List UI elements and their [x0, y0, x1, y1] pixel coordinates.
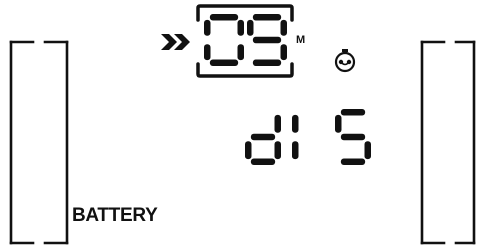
left-battery-bar	[9, 40, 69, 245]
battery-label: BATTERY	[72, 205, 158, 226]
status-char-5	[335, 109, 371, 165]
counter-digit-9	[247, 14, 287, 66]
counter-digit-0	[204, 14, 244, 66]
status-char-i	[292, 114, 299, 160]
counter-unit-label: M	[296, 34, 306, 46]
segment-digits	[204, 14, 371, 165]
status-char-d	[245, 114, 281, 165]
double-chevron-right-icon	[161, 34, 190, 50]
right-battery-bar	[420, 40, 476, 245]
timer-dial-icon	[334, 49, 356, 73]
